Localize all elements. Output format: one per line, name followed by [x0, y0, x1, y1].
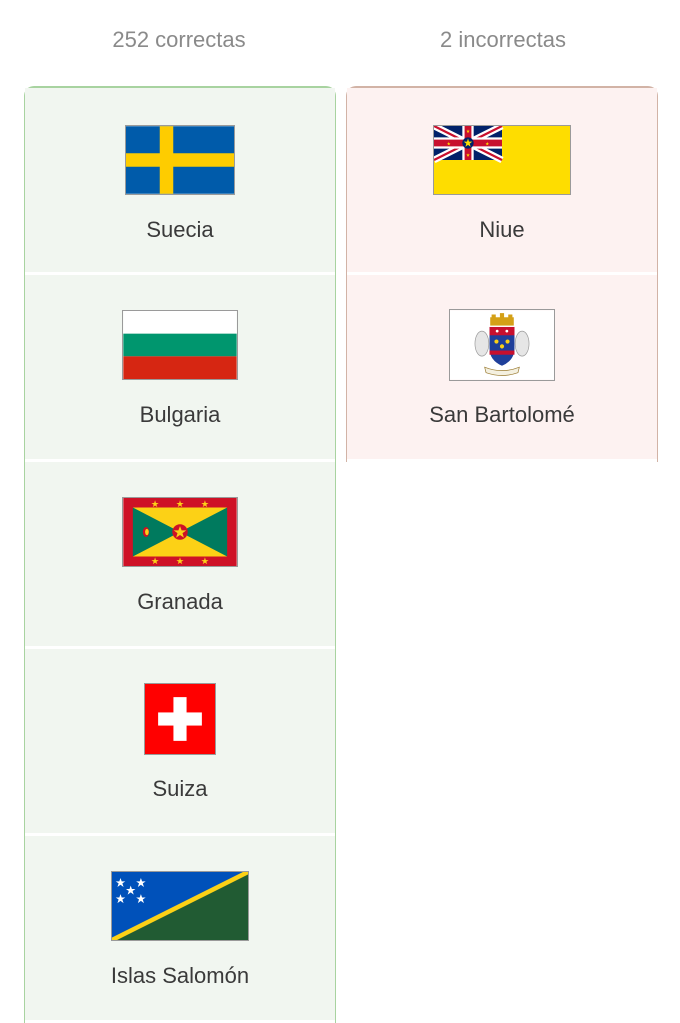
correct-item-bulgaria[interactable]: Bulgaria [25, 275, 335, 459]
country-name: Bulgaria [139, 402, 221, 427]
country-name: San Bartolomé [429, 402, 575, 427]
incorrect-item-niue[interactable]: Niue [347, 88, 657, 272]
country-name: Islas Salomón [110, 963, 250, 988]
correct-item-islas-salomon[interactable]: Islas Salomón [25, 836, 335, 1020]
niue-flag-icon [433, 125, 571, 195]
correct-item-suecia[interactable]: Suecia [25, 88, 335, 272]
country-name: Suiza [152, 776, 208, 801]
correct-count-header: 252 correctas [112, 27, 246, 52]
sweden-flag-icon [125, 125, 235, 195]
correct-item-suiza[interactable]: Suiza [25, 649, 335, 833]
incorrect-count-header: 2 incorrectas [440, 27, 566, 52]
incorrect-list: Niue San Bartolomé [346, 86, 658, 462]
grenada-flag-icon [122, 497, 238, 567]
correct-list: Suecia Bulgaria Granada Suiza Islas Salo… [24, 86, 336, 1023]
country-name: Niue [479, 217, 525, 242]
bulgaria-flag-icon [122, 310, 238, 380]
solomon-islands-flag-icon [111, 871, 249, 941]
correct-item-granada[interactable]: Granada [25, 462, 335, 646]
saint-barthelemy-flag-icon [449, 309, 555, 381]
switzerland-flag-icon [144, 683, 216, 755]
country-name: Granada [137, 589, 223, 614]
incorrect-item-san-bartolome[interactable]: San Bartolomé [347, 275, 657, 459]
country-name: Suecia [146, 217, 214, 242]
